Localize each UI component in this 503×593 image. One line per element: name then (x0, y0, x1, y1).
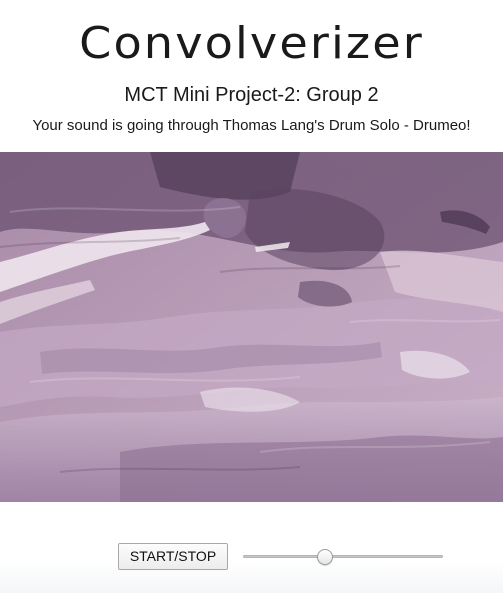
app-title: Convolverizer (79, 18, 424, 69)
painted-drum-kit-image (0, 152, 503, 502)
slider-track[interactable] (243, 555, 443, 558)
mix-slider[interactable] (243, 549, 443, 565)
start-stop-button[interactable]: START/STOP (118, 543, 228, 570)
slider-thumb[interactable] (316, 549, 333, 565)
project-subtitle: MCT Mini Project-2: Group 2 (124, 84, 379, 106)
artwork-image (0, 152, 503, 502)
status-text: Your sound is going through Thomas Lang'… (32, 117, 471, 134)
